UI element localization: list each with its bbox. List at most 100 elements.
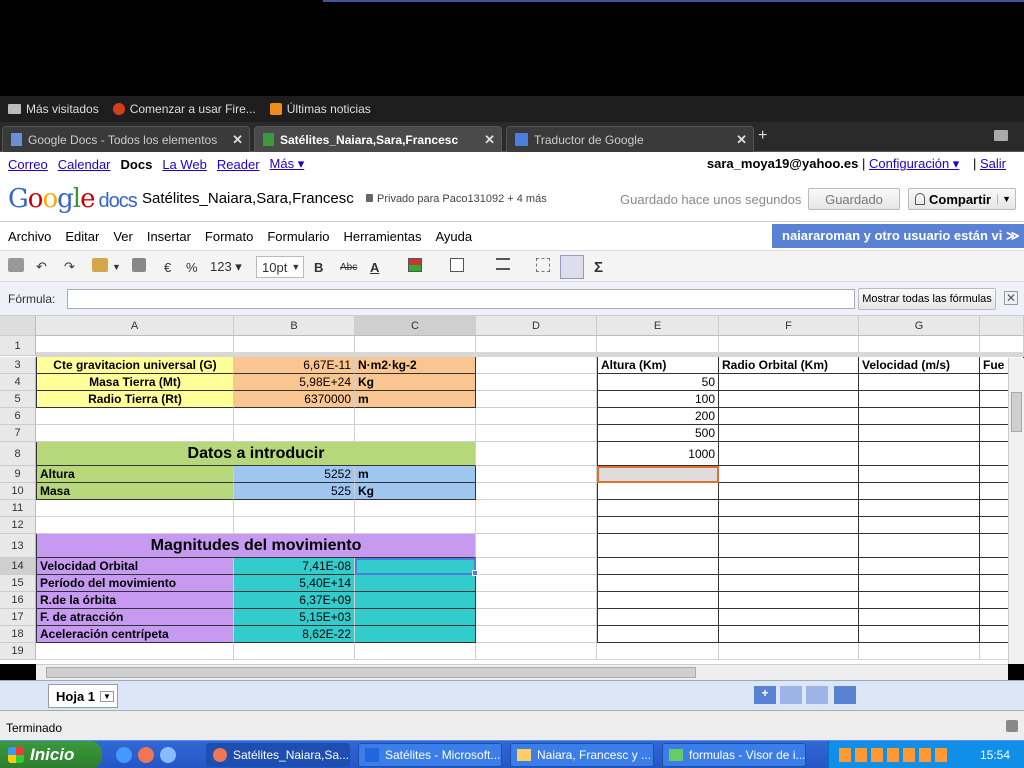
taskbar-item-word[interactable]: Satélites - Microsoft... [358, 743, 502, 767]
row-header[interactable]: 4 [0, 374, 36, 391]
cell-c4[interactable]: Kg [355, 374, 476, 391]
show-all-formulas-button[interactable]: Mostrar todas las fórmulas [858, 288, 996, 310]
column-header[interactable]: G [859, 316, 980, 336]
clock[interactable]: 15:54 [980, 748, 1010, 762]
paste-icon[interactable] [92, 258, 108, 272]
strikethrough-button[interactable]: Abc [340, 258, 357, 276]
link-configuracion[interactable]: Configuración ▾ [869, 156, 959, 171]
taskbar-item-firefox[interactable]: Satélites_Naiara,Sa... [206, 743, 350, 767]
text-color-button[interactable]: A [370, 258, 379, 276]
column-header[interactable]: D [476, 316, 597, 336]
cell-c3[interactable]: N·m2·kg-2 [355, 357, 476, 374]
cell-d7[interactable] [476, 425, 597, 442]
cell-c14[interactable] [355, 558, 476, 575]
cell-a10[interactable]: Masa [36, 483, 234, 500]
cell-g11[interactable] [859, 500, 980, 517]
close-tab-icon[interactable]: ✕ [484, 132, 495, 148]
bookmark-most-visited[interactable]: Más visitados [8, 102, 99, 116]
ie-icon[interactable] [116, 747, 132, 763]
doc-title[interactable]: Satélites_Naiara,Sara,Francesc [142, 190, 354, 207]
menu-ver[interactable]: Ver [113, 229, 133, 244]
cell-c10[interactable]: Kg [355, 483, 476, 500]
cell-e12[interactable] [597, 517, 719, 534]
merge-icon[interactable] [536, 258, 550, 272]
cell-d12[interactable] [476, 517, 597, 534]
cell-a9[interactable]: Altura [36, 466, 234, 483]
cell-b4[interactable]: 5,98E+24 [234, 374, 355, 391]
cell-d11[interactable] [476, 500, 597, 517]
cell-g10[interactable] [859, 483, 980, 500]
cell-e13[interactable] [597, 534, 719, 558]
cell-b5[interactable]: 6370000 [234, 391, 355, 408]
cell-e3[interactable]: Altura (Km) [597, 357, 719, 374]
borders-icon[interactable] [450, 258, 464, 272]
cell-a16[interactable]: R.de la órbita [36, 592, 234, 609]
row-header[interactable]: 8 [0, 442, 36, 466]
cell-b10[interactable]: 525 [234, 483, 355, 500]
share-button[interactable]: Compartir ▼ [908, 188, 1016, 210]
scroll-thumb[interactable] [46, 667, 696, 678]
tray-icons[interactable] [839, 748, 949, 762]
link-reader[interactable]: Reader [217, 157, 260, 172]
browser-icon[interactable] [160, 747, 176, 763]
cell-g6[interactable] [859, 408, 980, 425]
cell-g15[interactable] [859, 575, 980, 592]
align-icon[interactable] [496, 258, 510, 270]
cell-g5[interactable] [859, 391, 980, 408]
close-tab-icon[interactable]: ✕ [232, 132, 243, 148]
cell-c11[interactable] [355, 500, 476, 517]
wrap-text-icon[interactable] [560, 255, 584, 279]
cell-a12[interactable] [36, 517, 234, 534]
next-sheet-icon[interactable] [806, 686, 828, 704]
column-header[interactable]: B [234, 316, 355, 336]
cell-b18[interactable]: 8,62E-22 [234, 626, 355, 643]
cell-g16[interactable] [859, 592, 980, 609]
cell-e18[interactable] [597, 626, 719, 643]
frozen-row-divider[interactable] [36, 352, 1024, 357]
font-size-select[interactable]: 10pt ▼ [256, 256, 304, 278]
cell-e17[interactable] [597, 609, 719, 626]
redo-icon[interactable]: ↷ [64, 258, 75, 276]
cell-g4[interactable] [859, 374, 980, 391]
cell-f14[interactable] [719, 558, 859, 575]
cell-c7[interactable] [355, 425, 476, 442]
cell-c15[interactable] [355, 575, 476, 592]
cell-a5[interactable]: Radio Tierra (Rt) [36, 391, 234, 408]
cell-d17[interactable] [476, 609, 597, 626]
cell-f6[interactable] [719, 408, 859, 425]
vertical-scrollbar[interactable] [1008, 358, 1024, 664]
cell-d13[interactable] [476, 534, 597, 558]
cell-g17[interactable] [859, 609, 980, 626]
cell-f17[interactable] [719, 609, 859, 626]
row-header[interactable]: 11 [0, 500, 36, 517]
cell-e15[interactable] [597, 575, 719, 592]
row-header[interactable]: 19 [0, 643, 36, 660]
link-mas[interactable]: Más ▾ [270, 156, 305, 172]
cell-e16[interactable] [597, 592, 719, 609]
cell-g18[interactable] [859, 626, 980, 643]
cell-b6[interactable] [234, 408, 355, 425]
menu-insertar[interactable]: Insertar [147, 229, 191, 244]
cell-a15[interactable]: Período del movimiento [36, 575, 234, 592]
cell-a7[interactable] [36, 425, 234, 442]
cell-g13[interactable] [859, 534, 980, 558]
sheet-tab[interactable]: Hoja 1 ▼ [48, 684, 118, 708]
row-header[interactable]: 3 [0, 357, 36, 374]
cell-c12[interactable] [355, 517, 476, 534]
currency-button[interactable]: € [164, 258, 171, 276]
row-header[interactable]: 1 [0, 336, 36, 356]
row-header[interactable]: 14 [0, 558, 36, 575]
cell-g12[interactable] [859, 517, 980, 534]
cell-d18[interactable] [476, 626, 597, 643]
cell-a14[interactable]: Velocidad Orbital [36, 558, 234, 575]
taskbar-item-folder[interactable]: Naiara, Francesc y ... [510, 743, 654, 767]
cell-c17[interactable] [355, 609, 476, 626]
cell-c18[interactable] [355, 626, 476, 643]
previous-sheet-icon[interactable] [780, 686, 802, 704]
cell-f7[interactable] [719, 425, 859, 442]
collaborators-banner[interactable]: naiararoman y otro usuario están vi ≫ [772, 224, 1024, 248]
cell-a18[interactable]: Aceleración centrípeta [36, 626, 234, 643]
cell-g7[interactable] [859, 425, 980, 442]
print-icon[interactable] [8, 258, 24, 272]
cell-f10[interactable] [719, 483, 859, 500]
